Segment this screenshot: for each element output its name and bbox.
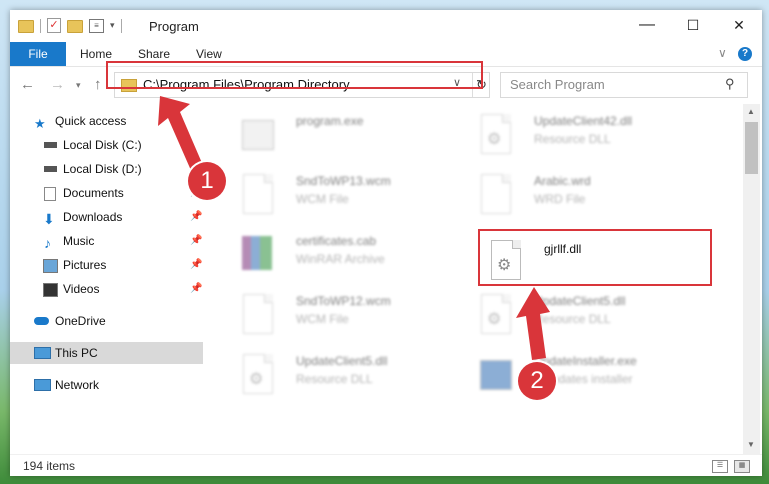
arrow-to-file	[516, 287, 550, 360]
step-1-badge: 1	[188, 162, 226, 200]
annotation-arrows	[158, 96, 550, 360]
step-2-badge: 2	[518, 362, 556, 400]
